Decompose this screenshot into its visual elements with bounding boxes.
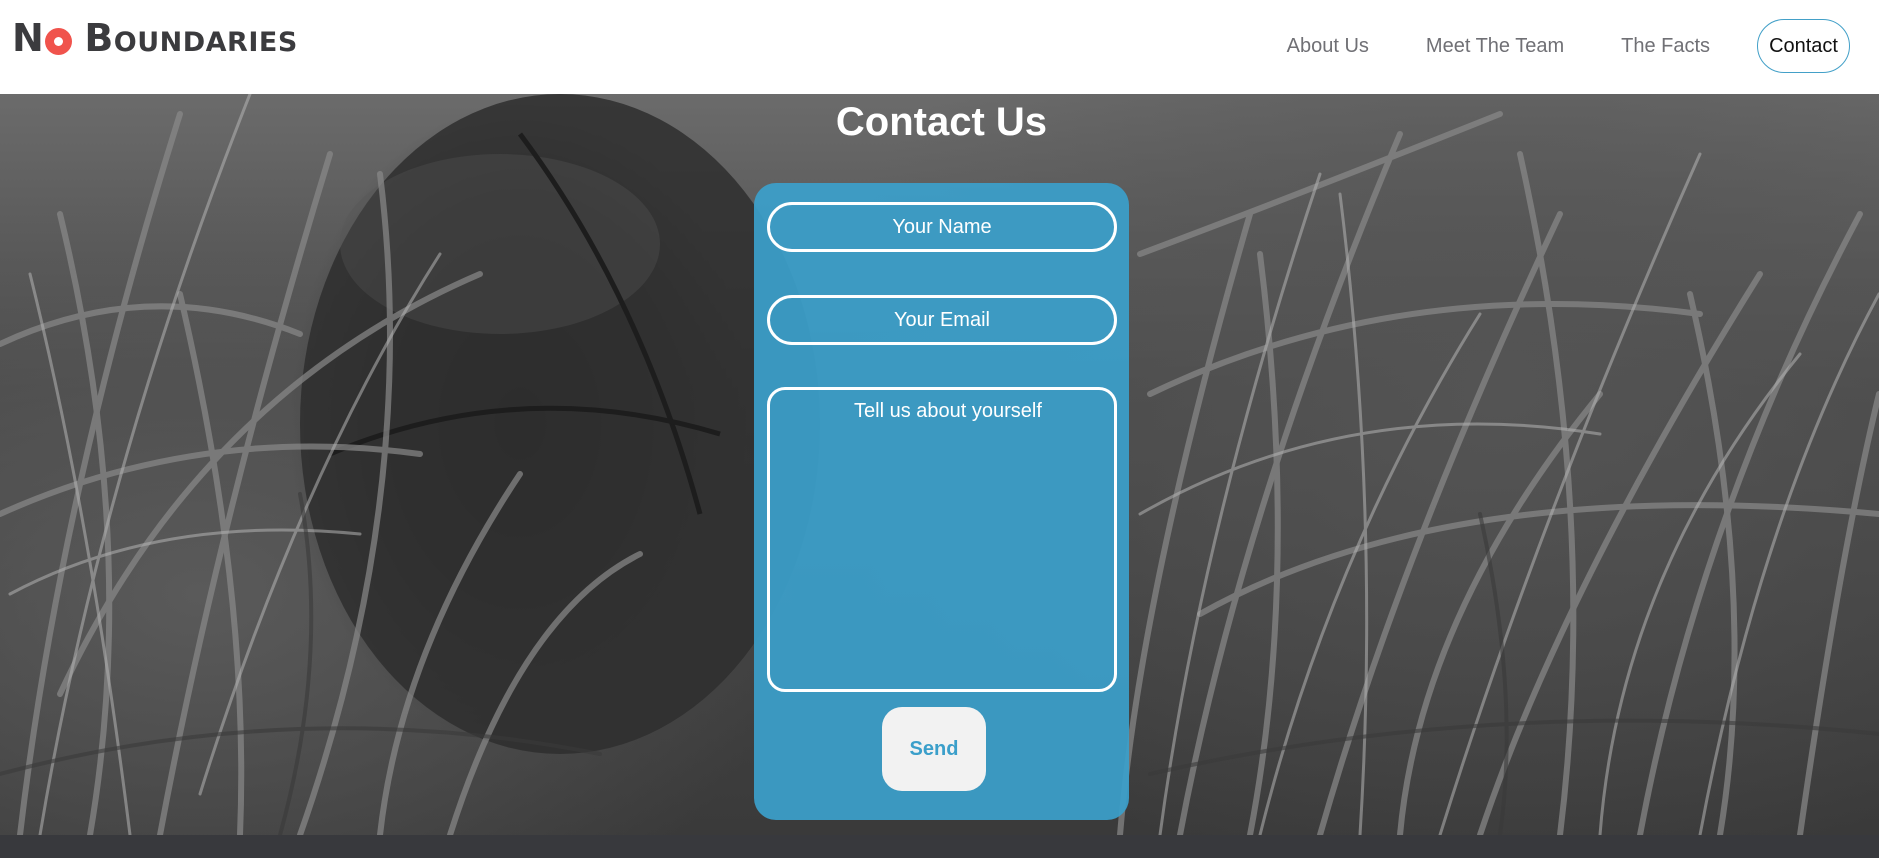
page-title: Contact Us	[835, 100, 1048, 144]
logo-letter-n: N	[12, 16, 45, 60]
logo-text: Boundaries	[84, 16, 298, 60]
send-button[interactable]: Send	[882, 707, 986, 791]
site-logo[interactable]: N Boundaries	[12, 14, 298, 62]
nav-meet-the-team[interactable]: Meet The Team	[1426, 35, 1564, 58]
logo-o-circle-icon	[45, 27, 73, 55]
name-field[interactable]: Your Name	[767, 202, 1117, 252]
contact-form: Your Name Your Email Tell us about yours…	[754, 183, 1129, 820]
site-header: N Boundaries About Us Meet The Team The …	[0, 0, 1879, 94]
main-nav: About Us Meet The Team The Facts Contact	[1230, 19, 1850, 73]
site-footer	[0, 835, 1879, 858]
nav-contact[interactable]: Contact	[1757, 19, 1850, 73]
nav-about-us[interactable]: About Us	[1287, 35, 1369, 58]
message-textarea[interactable]: Tell us about yourself	[767, 387, 1117, 692]
nav-the-facts[interactable]: The Facts	[1621, 35, 1710, 58]
email-field[interactable]: Your Email	[767, 295, 1117, 345]
